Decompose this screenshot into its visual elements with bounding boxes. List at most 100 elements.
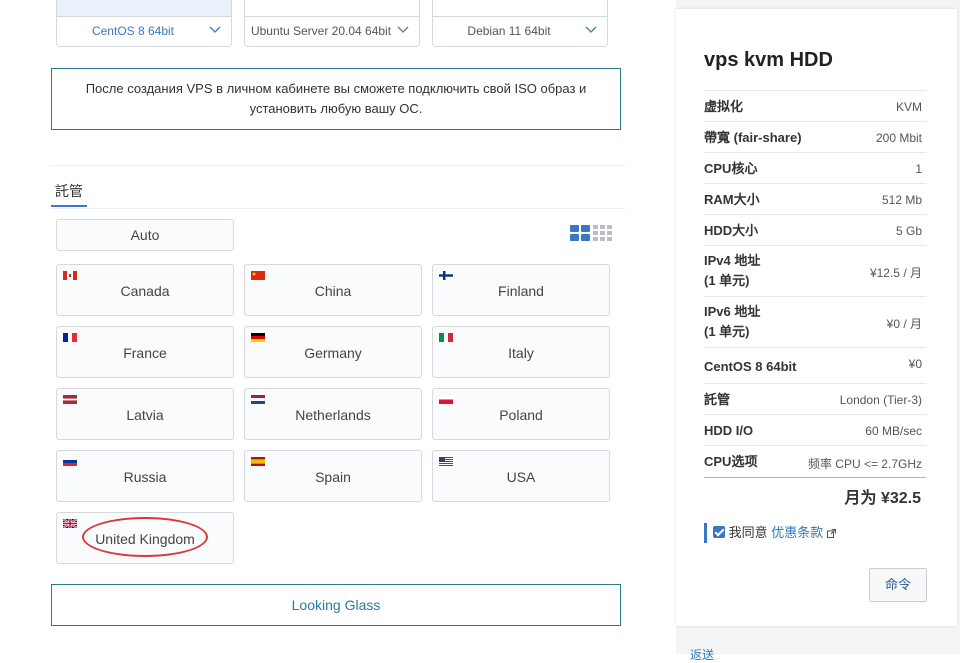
- location-spain[interactable]: Spain: [244, 450, 422, 502]
- terms-agreement[interactable]: 我同意 优惠条款: [704, 523, 836, 543]
- spec-key: RAM大小: [704, 192, 760, 207]
- location-latvia[interactable]: Latvia: [56, 388, 234, 440]
- divider: [51, 165, 625, 166]
- external-link-icon[interactable]: [826, 529, 836, 538]
- spec-value: 60 MB/sec: [865, 424, 922, 438]
- agree-text: 我同意: [728, 525, 768, 540]
- spec-value: KVM: [895, 100, 922, 114]
- latvia-flag-icon: [63, 395, 77, 404]
- spec-value: 频率 CPU <= 2.7GHz: [807, 457, 922, 471]
- spec-key: HDD I/O: [704, 423, 754, 438]
- tab-hosting[interactable]: 託管: [51, 181, 87, 207]
- location-label: Canada: [120, 283, 170, 299]
- spec-key: CPU核心: [704, 161, 758, 176]
- spec-value: 200 Mbit: [875, 131, 922, 145]
- location-united-kingdom[interactable]: United Kingdom: [56, 512, 234, 564]
- spec-row-ipv4: IPv4 地址 (1 单元) ¥12.5 / 月: [704, 245, 926, 297]
- location-usa[interactable]: USA: [432, 450, 610, 502]
- grid-view-icon[interactable]: [570, 224, 612, 242]
- poland-flag-icon: [439, 395, 453, 404]
- finland-flag-icon: [439, 271, 453, 280]
- os-card-label: CentOS 8 64bit: [91, 24, 175, 38]
- os-card-label: Ubuntu Server 20.04 64bit: [250, 24, 392, 38]
- spec-key: CPU选项: [704, 454, 758, 469]
- location-label: United Kingdom: [95, 531, 195, 547]
- location-finland[interactable]: Finland: [432, 264, 610, 316]
- spain-flag-icon: [251, 457, 265, 466]
- spec-key: 虚拟化: [704, 99, 744, 114]
- looking-glass-button[interactable]: Looking Glass: [51, 584, 621, 626]
- os-card-label: Debian 11 64bit: [467, 24, 551, 38]
- location-netherlands[interactable]: Netherlands: [244, 388, 422, 440]
- location-auto-button[interactable]: Auto: [56, 219, 234, 251]
- divider: [51, 208, 625, 209]
- spec-row-bandwidth: 帶寬 (fair-share) 200 Mbit: [704, 121, 926, 153]
- italy-flag-icon: [439, 333, 453, 342]
- location-canada[interactable]: Canada: [56, 264, 234, 316]
- spec-row-ram: RAM大小 512 Mb: [704, 183, 926, 215]
- spec-row-virtualization: 虚拟化 KVM: [704, 90, 926, 122]
- location-label: Germany: [304, 345, 362, 361]
- tab-label: 託管: [55, 183, 83, 199]
- location-germany[interactable]: Germany: [244, 326, 422, 378]
- back-link[interactable]: 返送: [690, 646, 714, 663]
- location-label: Poland: [499, 407, 543, 423]
- location-label: China: [314, 283, 352, 299]
- spec-key: 帶寬 (fair-share): [704, 130, 802, 145]
- location-label: Latvia: [126, 407, 164, 423]
- chevron-down-icon[interactable]: [397, 26, 409, 34]
- plan-title: vps kvm HDD: [704, 49, 833, 71]
- spec-value: London (Tier-3): [839, 393, 922, 407]
- location-label: Spain: [315, 469, 351, 485]
- spec-key: 託管: [704, 392, 731, 407]
- netherlands-flag-icon: [251, 395, 265, 404]
- spec-row-ipv6: IPv6 地址 (1 单元) ¥0 / 月: [704, 296, 926, 348]
- spec-key-unit: (1 单元): [704, 273, 750, 288]
- spec-key: IPv6 地址: [704, 304, 761, 319]
- spec-row-hdd: HDD大小 5 Gb: [704, 214, 926, 246]
- china-flag-icon: [251, 271, 265, 280]
- france-flag-icon: [63, 333, 77, 342]
- location-label: Finland: [498, 283, 544, 299]
- order-button[interactable]: 命令: [869, 568, 927, 602]
- spec-value: 1: [915, 162, 922, 176]
- spec-key-unit: (1 单元): [704, 324, 750, 339]
- location-france[interactable]: France: [56, 326, 234, 378]
- uk-flag-icon: [63, 519, 77, 528]
- spec-row-os: CentOS 8 64bit ¥0: [704, 347, 926, 384]
- spec-key: IPv4 地址: [704, 253, 761, 268]
- os-card-centos[interactable]: CentOS 8 64bit: [56, 0, 232, 47]
- location-china[interactable]: China: [244, 264, 422, 316]
- location-label: France: [123, 345, 167, 361]
- canada-flag-icon: [63, 271, 77, 280]
- location-italy[interactable]: Italy: [432, 326, 610, 378]
- agree-checkbox[interactable]: [713, 526, 725, 538]
- os-card-ubuntu[interactable]: Ubuntu Server 20.04 64bit: [244, 0, 420, 47]
- russia-flag-icon: [63, 457, 77, 466]
- iso-notice: После создания VPS в личном кабинете вы …: [51, 68, 621, 130]
- location-label: Italy: [508, 345, 534, 361]
- location-russia[interactable]: Russia: [56, 450, 234, 502]
- location-label: USA: [506, 469, 536, 485]
- usa-flag-icon: [439, 457, 453, 466]
- spec-row-hdd-io: HDD I/O 60 MB/sec: [704, 414, 926, 446]
- location-poland[interactable]: Poland: [432, 388, 610, 440]
- spec-key: HDD大小: [704, 223, 759, 238]
- spec-value: ¥12.5 / 月: [869, 266, 922, 280]
- spec-value: 512 Mb: [881, 193, 922, 207]
- spec-value: ¥0: [908, 357, 922, 371]
- chevron-down-icon[interactable]: [209, 26, 221, 34]
- order-summary-panel: vps kvm HDD 虚拟化 KVM 帶寬 (fair-share) 200 …: [676, 9, 957, 626]
- location-label: Netherlands: [295, 407, 371, 423]
- spec-row-cpu-option: CPU选项 频率 CPU <= 2.7GHz: [704, 445, 926, 477]
- spec-value: 5 Gb: [895, 224, 922, 238]
- chevron-down-icon[interactable]: [585, 26, 597, 34]
- germany-flag-icon: [251, 333, 265, 342]
- os-card-debian[interactable]: Debian 11 64bit: [432, 0, 608, 47]
- spec-row-hosting: 託管 London (Tier-3): [704, 383, 926, 415]
- spec-value: ¥0 / 月: [886, 317, 922, 331]
- total-price: 月为 ¥32.5: [844, 490, 922, 507]
- spec-row-cpu-cores: CPU核心 1: [704, 152, 926, 184]
- terms-link[interactable]: 优惠条款: [771, 525, 823, 540]
- total-divider: [704, 477, 926, 478]
